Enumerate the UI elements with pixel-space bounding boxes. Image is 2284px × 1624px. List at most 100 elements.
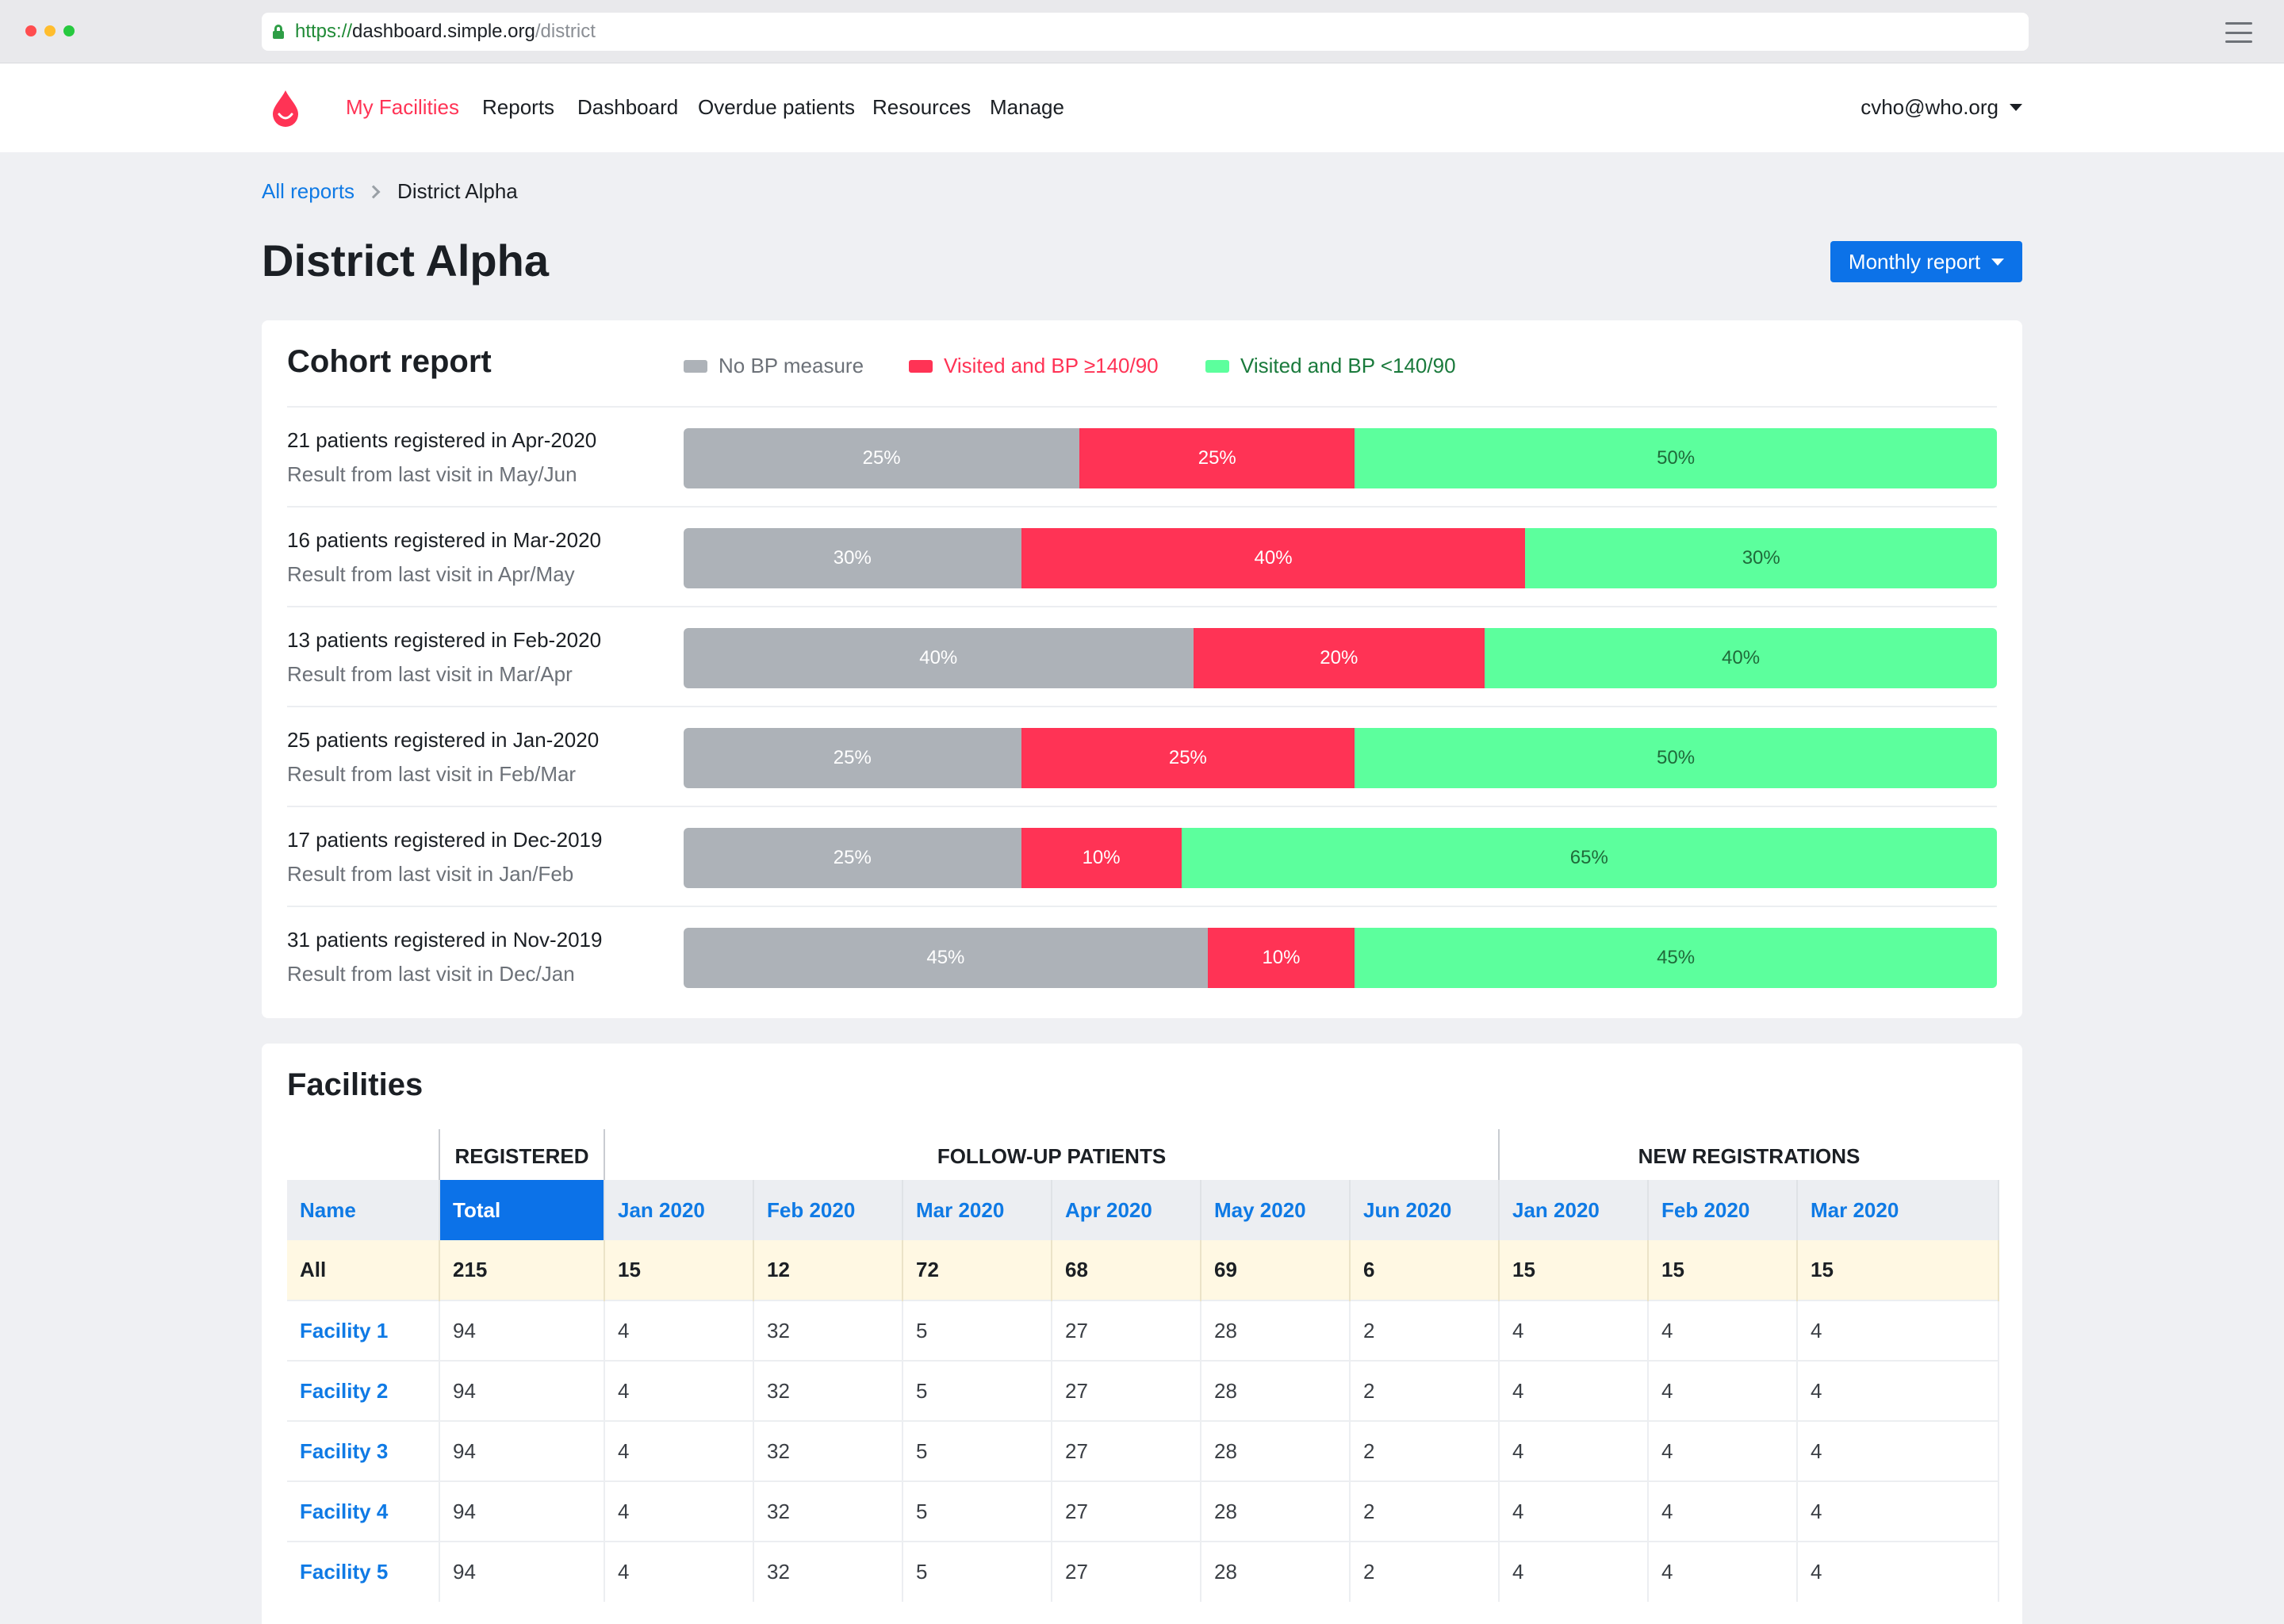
nav-overdue-patients[interactable]: Overdue patients: [698, 95, 855, 120]
table-cell: 94: [439, 1360, 605, 1421]
table-cell: 4: [1648, 1300, 1799, 1361]
segment-no-bp: 30%: [684, 528, 1021, 588]
table-row: Facility 1 94 4 32 5 27 28 2 4 4 4: [287, 1300, 2000, 1361]
table-cell: 28: [1201, 1420, 1351, 1481]
cohort-row-title: 17 patients registered in Dec-2019: [287, 828, 603, 852]
cohort-row-title: 25 patients registered in Jan-2020: [287, 728, 600, 752]
table-cell: 4: [1797, 1541, 2000, 1602]
table-cell: 4: [604, 1300, 754, 1361]
column-header-name[interactable]: Name: [287, 1180, 440, 1240]
table-cell: 4: [1797, 1300, 2000, 1361]
column-header-followup-jun[interactable]: Jun 2020: [1350, 1180, 1500, 1240]
nav-my-facilities[interactable]: My Facilities: [346, 95, 459, 120]
nav-resources[interactable]: Resources: [872, 95, 971, 120]
segment-uncontrolled: 10%: [1021, 828, 1182, 888]
group-empty: [287, 1129, 439, 1180]
segment-uncontrolled: 10%: [1207, 928, 1355, 988]
cohort-row-title: 13 patients registered in Feb-2020: [287, 628, 602, 652]
segment-no-bp: 25%: [684, 728, 1021, 788]
cohort-row: 13 patients registered in Feb-2020 Result…: [287, 606, 1997, 706]
table-cell: 4: [1797, 1480, 2000, 1542]
table-cell: 15: [1498, 1240, 1650, 1300]
facilities-table: REGISTERED FOLLOW-UP PATIENTS NEW REGIST…: [287, 1129, 2000, 1602]
group-registered: REGISTERED: [439, 1129, 605, 1180]
cohort-row-subtitle: Result from last visit in May/Jun: [287, 462, 577, 486]
column-header-followup-mar[interactable]: Mar 2020: [902, 1180, 1052, 1240]
table-cell: 27: [1052, 1480, 1201, 1542]
legend-swatch-green: [1205, 359, 1229, 373]
segment-controlled: 50%: [1355, 428, 1997, 488]
column-header-newreg-feb[interactable]: Feb 2020: [1648, 1180, 1799, 1240]
column-header-newreg-jan[interactable]: Jan 2020: [1498, 1180, 1650, 1240]
column-header-total[interactable]: Total: [439, 1180, 605, 1240]
chevron-down-icon: [1991, 258, 2005, 266]
table-cell: 4: [604, 1480, 754, 1542]
breadcrumb-current: District Alpha: [397, 179, 518, 203]
facilities-title: Facilities: [287, 1067, 423, 1102]
facility-link[interactable]: Facility 2: [287, 1360, 440, 1421]
table-row: Facility 3 94 4 32 5 27 28 2 4 4 4: [287, 1420, 2000, 1481]
table-cell: 5: [902, 1360, 1052, 1421]
table-row: Facility 2 94 4 32 5 27 28 2 4 4 4: [287, 1360, 2000, 1421]
cohort-row: 16 patients registered in Mar-2020 Result…: [287, 506, 1997, 606]
table-cell: 5: [902, 1480, 1052, 1542]
close-window-dot[interactable]: [25, 25, 36, 36]
user-email: cvho@who.org: [1861, 95, 1998, 119]
cohort-bar: 45% 10% 45%: [684, 928, 1997, 988]
column-header-followup-may[interactable]: May 2020: [1201, 1180, 1351, 1240]
facility-link[interactable]: Facility 3: [287, 1420, 440, 1481]
facility-link[interactable]: Facility 4: [287, 1480, 440, 1542]
column-header-followup-feb[interactable]: Feb 2020: [753, 1180, 903, 1240]
column-header-followup-jan[interactable]: Jan 2020: [604, 1180, 754, 1240]
legend-controlled: Visited and BP <140/90: [1205, 354, 1456, 378]
table-row: Facility 4 94 4 32 5 27 28 2 4 4 4: [287, 1480, 2000, 1542]
table-cell: 4: [604, 1420, 754, 1481]
cohort-row: 25 patients registered in Jan-2020 Result…: [287, 706, 1997, 806]
table-cell: 5: [902, 1300, 1052, 1361]
legend-uncontrolled-label: Visited and BP ≥140/90: [944, 354, 1159, 377]
page-title: District Alpha: [262, 236, 549, 285]
table-cell: 4: [1648, 1420, 1799, 1481]
cohort-bar: 30% 40% 30%: [684, 528, 1997, 588]
table-cell: 27: [1052, 1420, 1201, 1481]
breadcrumb-all-reports[interactable]: All reports: [262, 179, 354, 204]
table-cell: 15: [604, 1240, 754, 1300]
cohort-row-subtitle: Result from last visit in Jan/Feb: [287, 862, 574, 886]
table-cell: 28: [1201, 1541, 1351, 1602]
cohort-row-subtitle: Result from last visit in Apr/May: [287, 562, 575, 586]
chevron-down-icon: [2010, 104, 2022, 111]
cohort-row-title: 21 patients registered in Apr-2020: [287, 428, 597, 452]
table-cell: 4: [1498, 1541, 1650, 1602]
table-row: Facility 5 94 4 32 5 27 28 2 4 4 4: [287, 1541, 2000, 1602]
monthly-report-button[interactable]: Monthly report: [1830, 241, 2022, 282]
user-menu[interactable]: cvho@who.org: [1861, 95, 2022, 120]
segment-uncontrolled: 25%: [1021, 728, 1355, 788]
table-cell: 6: [1350, 1240, 1500, 1300]
table-cell: 28: [1201, 1300, 1351, 1361]
table-cell: 4: [1648, 1541, 1799, 1602]
blood-drop-logo-icon[interactable]: [270, 89, 301, 128]
table-cell: 32: [753, 1541, 903, 1602]
table-cell: 94: [439, 1420, 605, 1481]
cohort-row: 21 patients registered in Apr-2020 Result…: [287, 406, 1997, 506]
nav-manage[interactable]: Manage: [990, 95, 1064, 120]
facilities-card: Facilities REGISTERED FOLLOW-UP PATIENTS…: [262, 1044, 2022, 1624]
table-cell: 4: [1797, 1360, 2000, 1421]
nav-dashboard[interactable]: Dashboard: [577, 95, 678, 120]
nav-reports[interactable]: Reports: [482, 95, 554, 120]
maximize-window-dot[interactable]: [63, 25, 75, 36]
facility-link[interactable]: Facility 5: [287, 1541, 440, 1602]
segment-no-bp: 25%: [684, 828, 1021, 888]
minimize-window-dot[interactable]: [44, 25, 56, 36]
cohort-row-title: 31 patients registered in Nov-2019: [287, 928, 603, 952]
hamburger-menu-icon[interactable]: [2225, 22, 2252, 43]
cohort-report-title: Cohort report: [287, 344, 492, 379]
facility-link[interactable]: Facility 1: [287, 1300, 440, 1361]
table-cell: 4: [604, 1541, 754, 1602]
column-header-newreg-mar[interactable]: Mar 2020: [1797, 1180, 2000, 1240]
column-header-followup-apr[interactable]: Apr 2020: [1052, 1180, 1201, 1240]
table-cell: 12: [753, 1240, 903, 1300]
segment-controlled: 40%: [1485, 628, 1997, 688]
table-cell: 15: [1797, 1240, 2000, 1300]
address-bar[interactable]: https://dashboard.simple.org/district: [262, 13, 2029, 51]
